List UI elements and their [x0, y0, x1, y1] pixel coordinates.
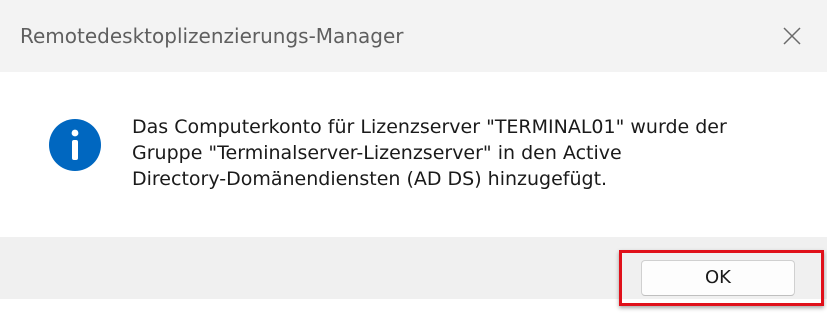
- ok-button[interactable]: OK: [641, 260, 795, 296]
- dialog-footer: OK: [0, 237, 827, 299]
- info-icon: [47, 117, 103, 173]
- background-area: [0, 299, 827, 322]
- dialog-message: Das Computerkonto für Lizenzserver "TERM…: [132, 114, 812, 192]
- message-line: Gruppe "Terminalserver-Lizenzserver" in …: [132, 142, 622, 164]
- window-title: Remotedesktoplizenzierungs-Manager: [20, 24, 404, 48]
- message-line: Directory-Domänendiensten (AD DS) hinzug…: [132, 168, 608, 190]
- message-line: Das Computerkonto für Lizenzserver "TERM…: [132, 116, 727, 138]
- dialog-content: Das Computerkonto für Lizenzserver "TERM…: [0, 72, 827, 237]
- close-icon: [783, 27, 801, 45]
- close-button[interactable]: [770, 14, 814, 58]
- message-dialog: Remotedesktoplizenzierungs-Manager Das C…: [0, 0, 827, 322]
- title-bar: Remotedesktoplizenzierungs-Manager: [0, 0, 827, 72]
